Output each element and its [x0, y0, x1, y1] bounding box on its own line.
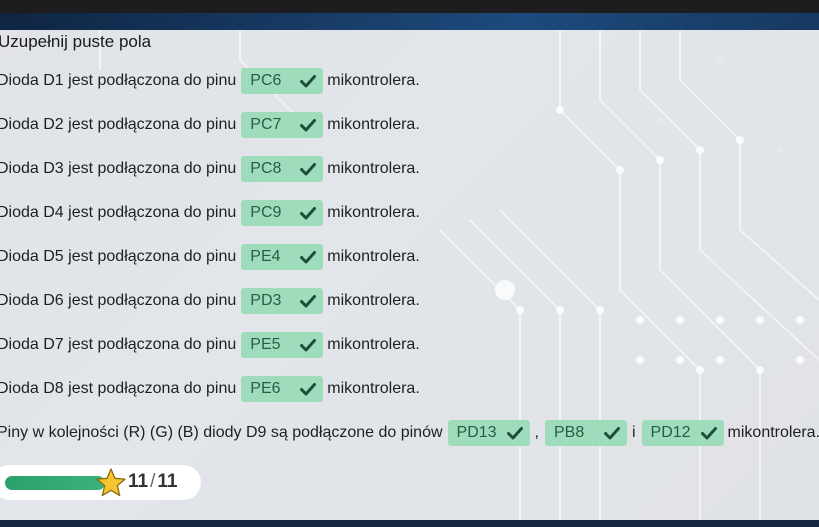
answer-field-blue[interactable]: PD12: [641, 420, 724, 446]
answer-value: PC7: [250, 116, 282, 133]
check-icon: [506, 427, 523, 440]
fill-row-d4: Dioda D4 jest podłączona do pinu PC9 mik…: [0, 200, 420, 226]
answer-field-green[interactable]: PB8: [544, 420, 627, 446]
check-icon: [300, 339, 317, 352]
row-suffix: mikontrolera.: [327, 248, 420, 265]
bottom-bar: [0, 520, 819, 527]
row-suffix: mikontrolera.: [327, 336, 420, 353]
answer-field[interactable]: PE5: [241, 332, 324, 358]
answer-field[interactable]: PC8: [241, 156, 324, 182]
fill-row-d6: Dioda D6 jest podłączona do pinu PD3 mik…: [0, 288, 420, 314]
check-icon: [300, 383, 317, 396]
row-suffix: mikontrolera.: [327, 292, 420, 309]
fill-row-d5: Dioda D5 jest podłączona do pinu PE4 mik…: [0, 244, 420, 270]
star-icon: [96, 468, 126, 497]
progress-fill: [5, 476, 105, 490]
answer-value: PD13: [456, 424, 497, 441]
row-prompt: Dioda D5 jest podłączona do pinu: [0, 248, 237, 265]
score-slash: /: [150, 471, 156, 492]
fill-row-d3: Dioda D3 jest podłączona do pinu PC8 mik…: [0, 156, 420, 182]
answer-value: PD3: [250, 292, 282, 309]
answer-field[interactable]: PC6: [241, 68, 324, 94]
fill-row-d9-rgb: Piny w kolejności (R) (G) (B) diody D9 s…: [0, 420, 819, 446]
row-prompt: Piny w kolejności (R) (G) (B) diody D9 s…: [0, 424, 443, 441]
row-suffix: mikontrolera.: [327, 380, 420, 397]
row-suffix: mikontrolera.: [327, 116, 420, 133]
answer-value: PC8: [250, 160, 282, 177]
answer-field[interactable]: PC7: [241, 112, 324, 138]
check-icon: [300, 163, 317, 176]
check-icon: [300, 251, 317, 264]
progress-bar: [5, 476, 105, 490]
separator-and: i: [631, 424, 636, 441]
check-icon: [300, 75, 317, 88]
row-prompt: Dioda D1 jest podłączona do pinu: [0, 72, 237, 89]
answer-field-red[interactable]: PD13: [447, 420, 530, 446]
fill-row-d7: Dioda D7 jest podłączona do pinu PE5 mik…: [0, 332, 420, 358]
exercise-title: Uzupełnij puste pola: [0, 32, 152, 51]
check-icon: [300, 119, 317, 132]
exercise-panel: [0, 30, 819, 520]
separator-comma: ,: [534, 424, 539, 441]
answer-value: PC9: [250, 204, 282, 221]
fill-row-d2: Dioda D2 jest podłączona do pinu PC7 mik…: [0, 112, 420, 138]
answer-value: PB8: [553, 424, 585, 441]
check-icon: [603, 427, 620, 440]
check-icon: [300, 295, 317, 308]
answer-value: PE5: [250, 336, 281, 353]
score-value: 11: [128, 471, 149, 492]
answer-field[interactable]: PD3: [241, 288, 324, 314]
score-counter: 11 / 11: [128, 471, 177, 493]
check-icon: [700, 427, 717, 440]
row-suffix: mikontrolera.: [327, 72, 420, 89]
fill-row-d1: Dioda D1 jest podłączona do pinu PC6 mik…: [0, 68, 420, 94]
answer-value: PD12: [650, 424, 691, 441]
answer-field[interactable]: PE6: [241, 376, 324, 402]
row-suffix: mikontrolera.: [327, 204, 420, 221]
row-suffix: mikontrolera.: [327, 160, 420, 177]
top-bar: [0, 0, 819, 13]
row-prompt: Dioda D3 jest podłączona do pinu: [0, 160, 237, 177]
score-total: 11: [157, 471, 178, 492]
answer-value: PE6: [250, 380, 281, 397]
row-prompt: Dioda D6 jest podłączona do pinu: [0, 292, 237, 309]
row-prompt: Dioda D4 jest podłączona do pinu: [0, 204, 237, 221]
row-prompt: Dioda D8 jest podłączona do pinu: [0, 380, 237, 397]
row-prompt: Dioda D7 jest podłączona do pinu: [0, 336, 237, 353]
row-prompt: Dioda D2 jest podłączona do pinu: [0, 116, 237, 133]
answer-value: PC6: [250, 72, 282, 89]
row-suffix: mikontrolera.: [727, 424, 819, 441]
answer-field[interactable]: PE4: [241, 244, 324, 270]
fill-row-d8: Dioda D8 jest podłączona do pinu PE6 mik…: [0, 376, 420, 402]
answer-value: PE4: [250, 248, 281, 265]
answer-field[interactable]: PC9: [241, 200, 324, 226]
check-icon: [300, 207, 317, 220]
